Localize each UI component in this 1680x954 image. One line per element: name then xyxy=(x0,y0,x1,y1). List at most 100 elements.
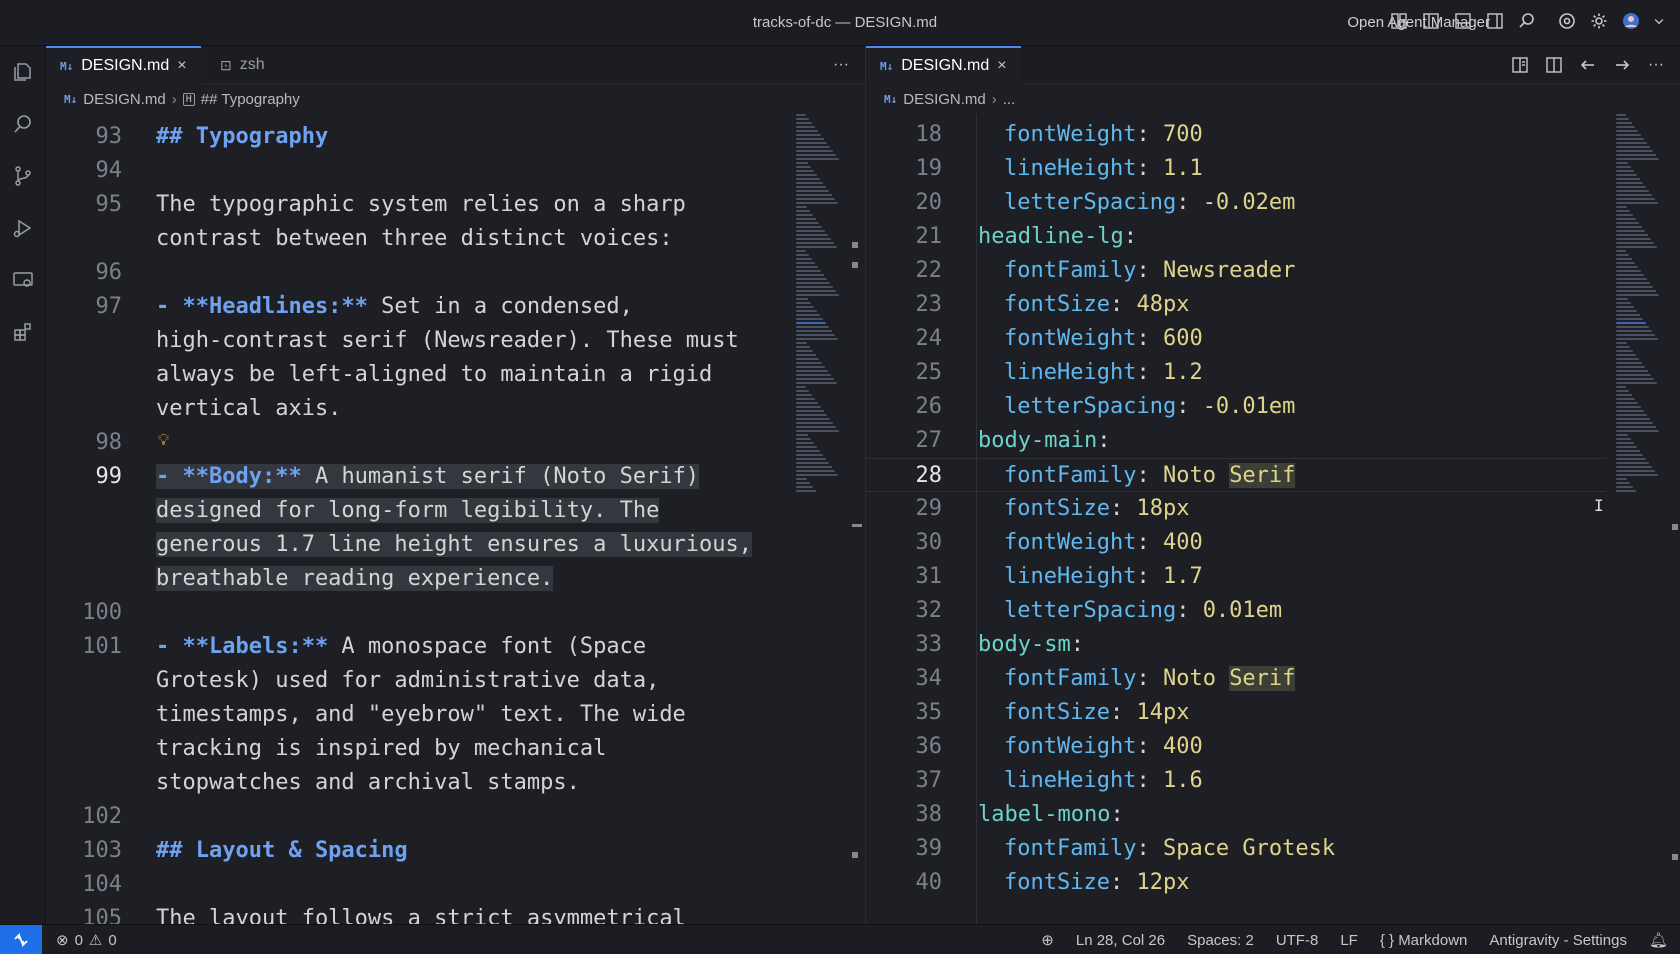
line-text: contrast between three distinct voices: xyxy=(156,222,673,256)
tab-zsh[interactable]: ⊡ zsh xyxy=(206,46,279,84)
minimap-line xyxy=(1616,458,1646,460)
code-line: timestamps, and "eyebrow" text. The wide xyxy=(46,698,786,732)
breadcrumb-rest[interactable]: ... xyxy=(1003,91,1016,108)
avatar[interactable] xyxy=(1620,10,1642,32)
minimap-line xyxy=(1616,126,1635,128)
minimap-line xyxy=(1616,202,1658,204)
scrollbar-marker xyxy=(852,524,862,527)
minimap-line xyxy=(796,454,823,456)
line-text: stopwatches and archival stamps. xyxy=(156,766,580,800)
line-number: 26 xyxy=(915,394,943,419)
open-preview-icon[interactable] xyxy=(1510,55,1530,75)
left-editor[interactable]: 93 ## Typography 94 95 The typographic syste… xyxy=(46,114,865,924)
minimap[interactable] xyxy=(1616,114,1662,514)
warning-icon: ⚠ xyxy=(88,932,103,949)
line-text: The layout follows a strict asymmetrical xyxy=(156,902,686,924)
chevron-down-icon[interactable] xyxy=(1652,10,1666,32)
minimap-line xyxy=(1616,294,1659,296)
end-of-line[interactable]: LF xyxy=(1340,932,1358,949)
right-tab-bar: M↓ DESIGN.md × ··· xyxy=(866,46,1680,84)
yaml-colon: : xyxy=(1123,224,1137,249)
split-editor-icon[interactable] xyxy=(1544,55,1564,75)
close-icon[interactable]: × xyxy=(177,57,186,75)
encoding[interactable]: UTF-8 xyxy=(1276,932,1319,949)
remote-explorer-icon[interactable] xyxy=(9,266,37,294)
breadcrumb-file[interactable]: DESIGN.md xyxy=(903,91,986,108)
remote-indicator[interactable] xyxy=(0,925,42,954)
minimap-line xyxy=(1616,338,1658,340)
line-text: body-main: xyxy=(978,424,1110,458)
indent-guide xyxy=(976,114,977,924)
lightbulb-icon[interactable]: 💡︎ xyxy=(158,430,169,450)
indentation[interactable]: Spaces: 2 xyxy=(1187,932,1254,949)
yaml-colon: : xyxy=(1136,530,1163,555)
left-editor-group: M↓ DESIGN.md × ⊡ zsh ··· M↓ DESIGN.md › … xyxy=(46,46,866,924)
line-text: timestamps, and "eyebrow" text. The wide xyxy=(156,698,686,732)
close-icon[interactable]: × xyxy=(997,57,1006,75)
line-number: 35 xyxy=(915,700,943,725)
minimap-line xyxy=(796,234,828,236)
line-text: fontSize: 48px xyxy=(1004,288,1189,322)
breadcrumb-symbol[interactable]: ## Typography xyxy=(201,91,300,108)
more-actions-icon[interactable]: ··· xyxy=(1646,55,1666,75)
minimap-line xyxy=(796,422,833,424)
line-text: lineHeight: 1.7 xyxy=(1004,560,1203,594)
minimap-line xyxy=(796,334,835,336)
minimap-line xyxy=(1616,474,1658,476)
bell-icon[interactable]: 🔔︎ xyxy=(1649,931,1668,949)
source-control-icon[interactable] xyxy=(9,162,37,190)
arrow-right-icon[interactable] xyxy=(1612,55,1632,75)
right-editor[interactable]: 17fontSize: 72px18fontWeight: 70019lineH… xyxy=(866,114,1680,924)
extensions-icon[interactable] xyxy=(9,318,37,346)
tab-design-md-left[interactable]: M↓ DESIGN.md × xyxy=(46,46,201,84)
minimap-line xyxy=(1616,186,1646,188)
minimap-line xyxy=(796,290,836,292)
minimap-line xyxy=(1616,454,1643,456)
browser-icon[interactable] xyxy=(1556,10,1578,32)
text-span: generous 1.7 line height ensures a luxur… xyxy=(156,532,753,557)
search-icon[interactable] xyxy=(9,110,37,138)
left-tab-bar: M↓ DESIGN.md × ⊡ zsh ··· xyxy=(46,46,865,84)
minimap-line xyxy=(1616,158,1659,160)
minimap-line xyxy=(1616,118,1629,120)
toggle-primary-sidebar-icon[interactable] xyxy=(1420,10,1442,32)
problems-indicator[interactable]: ⊗ 0 ⚠ 0 xyxy=(56,931,117,950)
yaml-colon: : xyxy=(1110,802,1124,827)
breadcrumb-file[interactable]: DESIGN.md xyxy=(83,91,166,108)
minimap-line xyxy=(796,206,807,208)
language-label: Markdown xyxy=(1398,931,1468,949)
scrollbar-marker xyxy=(852,262,858,268)
language-mode[interactable]: { } Markdown xyxy=(1380,932,1468,949)
minimap[interactable] xyxy=(796,114,842,514)
minimap-line xyxy=(796,450,820,452)
toggle-secondary-sidebar-icon[interactable] xyxy=(1484,10,1506,32)
minimap-line xyxy=(1616,210,1630,212)
code-line: 25 lineHeight: 1.2 xyxy=(866,356,1606,390)
minimap-line xyxy=(796,430,839,432)
layout-customize-icon[interactable] xyxy=(1388,10,1410,32)
more-actions-icon[interactable]: ··· xyxy=(831,55,851,75)
search-icon[interactable] xyxy=(1516,10,1538,32)
code-line: 27 body-main: xyxy=(866,424,1606,458)
text-span: ## Typography xyxy=(156,124,329,149)
gear-icon[interactable] xyxy=(1588,10,1610,32)
arrow-left-icon[interactable] xyxy=(1578,55,1598,75)
minimap-line xyxy=(796,134,821,136)
yaml-key: lineHeight xyxy=(1004,156,1137,181)
line-text: high-contrast serif (Newsreader). These … xyxy=(156,324,739,358)
explorer-icon[interactable] xyxy=(9,58,37,86)
yaml-key: fontWeight xyxy=(1004,530,1137,555)
minimap-line xyxy=(1616,174,1637,176)
cursor-position[interactable]: Ln 28, Col 26 xyxy=(1076,932,1165,949)
zoom-icon[interactable]: ⊕ xyxy=(1041,931,1054,949)
breadcrumb: M↓ DESIGN.md › H ## Typography xyxy=(46,84,865,114)
settings-link[interactable]: Antigravity - Settings xyxy=(1489,932,1627,949)
run-debug-icon[interactable] xyxy=(9,214,37,242)
text-span: breathable reading experience. xyxy=(156,566,554,591)
toggle-panel-icon[interactable] xyxy=(1452,10,1474,32)
minimap-line xyxy=(796,258,812,260)
tab-design-md-right[interactable]: M↓ DESIGN.md × xyxy=(866,46,1021,84)
code-line: 40 fontSize: 12px xyxy=(866,866,1606,900)
braces-icon: { } xyxy=(1379,931,1395,949)
code-line: 19 lineHeight: 1.1 xyxy=(866,152,1606,186)
